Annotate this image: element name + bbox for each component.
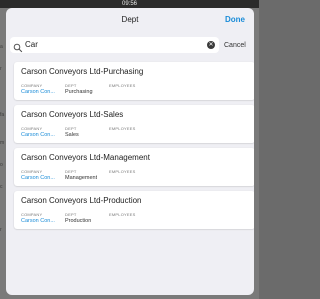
company-link[interactable]: Carson Con...: [21, 132, 61, 138]
item-title: Carson Conveyors Ltd-Purchasing: [21, 67, 144, 76]
dept-value: Purchasing: [65, 89, 93, 95]
background-text: r: [0, 227, 2, 233]
dept-value: Production: [65, 218, 92, 224]
employees-label: EMPLOYEES: [109, 169, 136, 174]
company-link[interactable]: Carson Con...: [21, 218, 61, 224]
modal-header: Dept Done: [6, 8, 254, 32]
dept-value: Sales: [65, 132, 79, 138]
done-button[interactable]: Done: [225, 8, 245, 32]
dept-label: DEPT: [65, 83, 77, 88]
search-box[interactable]: ✕: [10, 37, 219, 53]
modal-title: Dept: [121, 15, 139, 24]
employees-label: EMPLOYEES: [109, 212, 136, 217]
company-label: COMPANY: [21, 169, 43, 174]
cancel-button[interactable]: Cancel: [224, 42, 246, 49]
list-item[interactable]: Carson Conveyors Ltd-Purchasing COMPANY …: [14, 62, 254, 100]
background-text: fa: [0, 112, 5, 118]
list-item[interactable]: Carson Conveyors Ltd-Sales COMPANY DEPT …: [14, 105, 254, 143]
employees-label: EMPLOYEES: [109, 126, 136, 131]
company-label: COMPANY: [21, 83, 43, 88]
background-text: r: [0, 66, 2, 72]
search-bar: ✕ Cancel: [10, 34, 250, 56]
dept-label: DEPT: [65, 126, 77, 131]
employees-label: EMPLOYEES: [109, 83, 136, 88]
clear-search-icon[interactable]: ✕: [207, 41, 215, 49]
dept-label: DEPT: [65, 212, 77, 217]
dept-picker-modal: Dept Done ✕ Cancel Carson Conveyors Ltd-…: [6, 8, 254, 295]
item-title: Carson Conveyors Ltd-Production: [21, 196, 142, 205]
background-text: m: [0, 140, 5, 146]
list-item[interactable]: Carson Conveyors Ltd-Management COMPANY …: [14, 148, 254, 186]
search-input[interactable]: [25, 37, 195, 53]
company-link[interactable]: Carson Con...: [21, 175, 61, 181]
list-item[interactable]: Carson Conveyors Ltd-Production COMPANY …: [14, 191, 254, 229]
item-title: Carson Conveyors Ltd-Sales: [21, 110, 124, 119]
item-title: Carson Conveyors Ltd-Management: [21, 153, 150, 162]
status-bar: 09:56: [0, 0, 259, 8]
dept-value: Management: [65, 175, 98, 181]
background-text: c: [0, 184, 3, 190]
status-time: 09:56: [121, 1, 137, 7]
dept-label: DEPT: [65, 169, 77, 174]
search-icon: [13, 40, 23, 53]
company-label: COMPANY: [21, 212, 43, 217]
background-text: a: [0, 44, 3, 50]
background-text: o: [0, 162, 3, 168]
company-link[interactable]: Carson Con...: [21, 89, 61, 95]
company-label: COMPANY: [21, 126, 43, 131]
